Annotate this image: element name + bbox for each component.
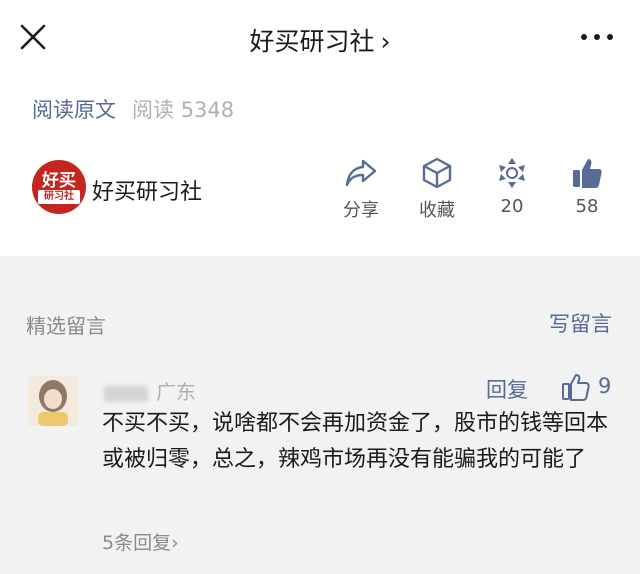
page-title-text: 好买研习社 xyxy=(249,27,375,56)
favorite-icon xyxy=(422,157,452,189)
account-logo: 好买 研习社 xyxy=(32,160,86,214)
logo-text-bottom: 研习社 xyxy=(38,190,80,204)
blurred-nickname xyxy=(104,385,148,402)
wow-button[interactable]: 20 xyxy=(477,156,547,226)
comments-section-title: 精选留言 xyxy=(26,314,106,338)
comment-like-count: 9 xyxy=(598,374,612,398)
share-label: 分享 xyxy=(343,200,379,221)
more-icon xyxy=(581,34,613,40)
favorite-label: 收藏 xyxy=(419,200,455,221)
favorite-button[interactable]: 收藏 xyxy=(402,156,472,226)
read-count: 阅读 5348 xyxy=(132,98,234,122)
view-replies-link[interactable]: 5条回复› xyxy=(102,528,179,555)
share-button[interactable]: 分享 xyxy=(326,156,396,226)
share-icon xyxy=(345,159,377,187)
write-comment-button[interactable]: 写留言 xyxy=(549,308,612,338)
avatar-image xyxy=(28,376,78,426)
avatar[interactable] xyxy=(28,376,78,426)
account-card[interactable]: 好买 研习社 好买研习社 xyxy=(32,160,252,216)
article-meta: 阅读原文 阅读 5348 xyxy=(32,94,234,124)
logo-text-top: 好买 xyxy=(42,171,76,191)
like-count: 58 xyxy=(575,196,599,217)
page-title[interactable]: 好买研习社 › xyxy=(0,22,640,58)
account-name: 好买研习社 xyxy=(92,180,203,205)
reply-button[interactable]: 回复 xyxy=(486,374,528,404)
comment-text: 不买不买，说啥都不会再加资金了，股市的钱等回本或被归零，总之，辣鸡市场再没有能骗… xyxy=(102,411,609,472)
more-button[interactable] xyxy=(574,18,620,56)
read-count-label: 阅读 xyxy=(132,98,174,122)
wow-icon xyxy=(499,158,525,188)
wow-count: 20 xyxy=(500,196,524,217)
comment-location: 广东 xyxy=(156,380,196,404)
thumbs-up-icon xyxy=(573,159,602,188)
chevron-right-icon: › xyxy=(380,27,391,56)
top-bar: 好买研习社 › xyxy=(0,0,640,76)
comments-section: 精选留言 写留言 广东 回复 9 不买不买，说啥都不会再加资金了，股市的钱等回本… xyxy=(0,256,640,574)
comment-author: 广东 xyxy=(104,376,196,405)
read-count-value: 5348 xyxy=(180,98,235,122)
like-button[interactable]: 58 xyxy=(552,156,622,226)
thumbs-up-outline-icon xyxy=(562,374,590,401)
read-original-link[interactable]: 阅读原文 xyxy=(32,98,116,122)
